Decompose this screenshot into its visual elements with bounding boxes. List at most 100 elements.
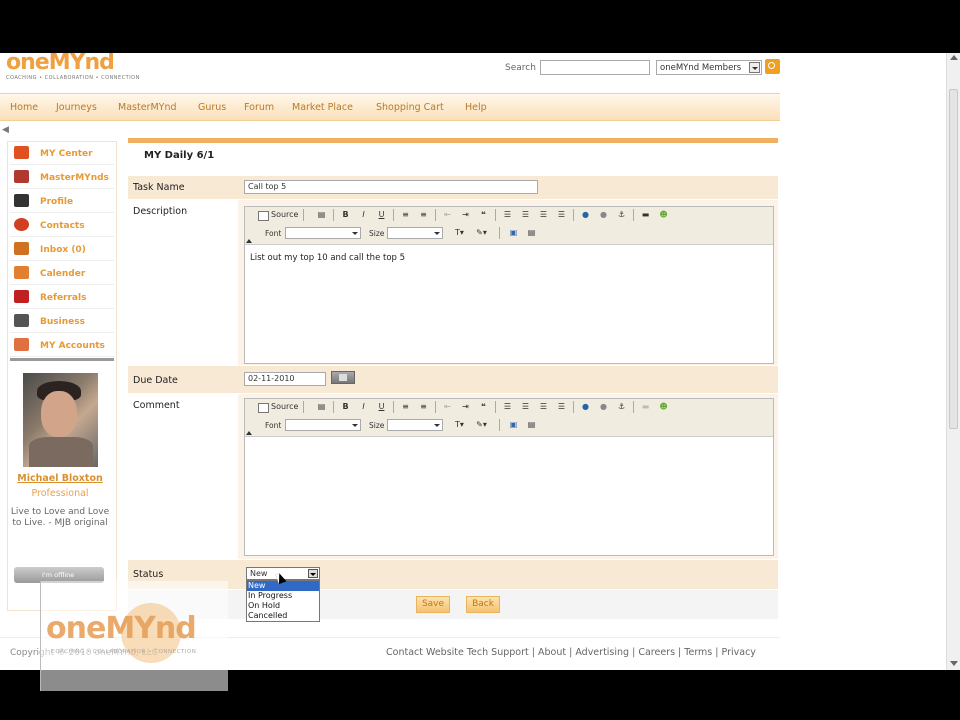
nav-market-place[interactable]: Market Place [292, 94, 353, 113]
footer-link-privacy[interactable]: Privacy [722, 647, 756, 658]
numbered-list-icon[interactable]: ≡ [399, 401, 412, 413]
nav-gurus[interactable]: Gurus [198, 94, 226, 113]
blockquote-icon[interactable]: ❝ [477, 401, 490, 413]
align-left-icon[interactable]: ☰ [501, 401, 514, 413]
font-select[interactable] [285, 227, 361, 239]
sidebar-item-masterminds[interactable]: MasterMYnds [10, 165, 114, 189]
smiley-icon[interactable]: ☻ [657, 209, 670, 221]
font-select[interactable] [285, 419, 361, 431]
sidebar-item-my-center[interactable]: MY Center [10, 141, 114, 165]
scroll-down-icon[interactable] [950, 661, 958, 666]
calendar-icon[interactable] [331, 371, 355, 384]
source-button[interactable]: Source [257, 401, 299, 414]
status-option-on-hold[interactable]: On Hold [247, 601, 319, 611]
nav-shopping-cart[interactable]: Shopping Cart [376, 94, 444, 113]
unlink-icon[interactable]: ● [597, 209, 610, 221]
sidebar-collapse-icon[interactable]: ◀ [2, 125, 9, 135]
sidebar-item-contacts[interactable]: Contacts [10, 213, 114, 237]
profile-name-link[interactable]: Michael Bloxton [10, 473, 110, 484]
search-icon[interactable] [765, 59, 780, 74]
unlink-icon[interactable]: ● [597, 401, 610, 413]
footer-link-careers[interactable]: Careers [638, 647, 675, 658]
align-right-icon[interactable]: ☰ [537, 209, 550, 221]
align-center-icon[interactable]: ☰ [519, 401, 532, 413]
nav-home[interactable]: Home [10, 94, 38, 113]
outdent-icon[interactable]: ⇤ [441, 209, 454, 221]
search-input[interactable] [540, 60, 650, 75]
underline-button[interactable]: U [375, 209, 388, 221]
bold-button[interactable]: B [339, 401, 352, 413]
outdent-icon[interactable]: ⇤ [441, 401, 454, 413]
sidebar-item-calendar[interactable]: Calender [10, 261, 114, 285]
numbered-list-icon[interactable]: ≡ [399, 209, 412, 221]
toolbar-collapse-icon[interactable] [246, 239, 252, 243]
preview-icon[interactable]: ▤ [315, 401, 328, 413]
blockquote-icon[interactable]: ❝ [477, 209, 490, 221]
due-date-input[interactable]: 02-11-2010 [244, 372, 326, 386]
anchor-icon[interactable]: ⚓ [615, 209, 628, 221]
footer-link-terms[interactable]: Terms [684, 647, 712, 658]
footer-link-advertising[interactable]: Advertising [575, 647, 629, 658]
sidebar-item-profile[interactable]: Profile [10, 189, 114, 213]
nav-forum[interactable]: Forum [244, 94, 274, 113]
anchor-icon[interactable]: ⚓ [615, 401, 628, 413]
scroll-up-icon[interactable] [950, 55, 958, 60]
preview-icon[interactable]: ▤ [315, 209, 328, 221]
italic-button[interactable]: I [357, 209, 370, 221]
text-color-icon[interactable]: T▾ [453, 227, 466, 239]
footer-link-contact[interactable]: Contact Website Tech Support [386, 647, 529, 658]
align-left-icon[interactable]: ☰ [501, 209, 514, 221]
align-right-icon[interactable]: ☰ [537, 401, 550, 413]
maximize-icon[interactable]: ▣ [507, 227, 520, 239]
comment-text[interactable] [245, 437, 773, 453]
size-select[interactable] [387, 419, 443, 431]
back-button[interactable]: Back [466, 596, 500, 613]
comment-editor[interactable]: Source ▤ B I U ≡ ≡ ⇤ ⇥ ❝ ☰ ☰ ☰ ☰ ● ● ⚓ ▬… [244, 398, 774, 556]
nav-journeys[interactable]: Journeys [56, 94, 97, 113]
sidebar-item-business[interactable]: Business [10, 309, 114, 333]
save-button[interactable]: Save [416, 596, 450, 613]
source-button[interactable]: Source [257, 209, 299, 222]
link-icon[interactable]: ● [579, 401, 592, 413]
site-logo[interactable]: oneMYnd COACHING • COLLABORATION • CONNE… [6, 53, 156, 85]
size-select[interactable] [387, 227, 443, 239]
task-name-input[interactable]: Call top 5 [244, 180, 538, 194]
bulleted-list-icon[interactable]: ≡ [417, 401, 430, 413]
vertical-scrollbar[interactable] [946, 53, 960, 670]
description-text[interactable]: List out my top 10 and call the top 5 [245, 245, 773, 271]
indent-icon[interactable]: ⇥ [459, 209, 472, 221]
sidebar-item-referrals[interactable]: Referrals [10, 285, 114, 309]
indent-icon[interactable]: ⇥ [459, 401, 472, 413]
horizontal-rule-icon[interactable]: ▬ [639, 401, 652, 413]
avatar[interactable] [23, 373, 98, 467]
nav-help[interactable]: Help [465, 94, 487, 113]
background-color-icon[interactable]: ✎▾ [475, 227, 488, 239]
align-justify-icon[interactable]: ☰ [555, 401, 568, 413]
chevron-down-icon[interactable] [749, 62, 760, 73]
nav-mastermynd[interactable]: MasterMYnd [118, 94, 177, 113]
show-blocks-icon[interactable]: ▤ [525, 227, 538, 239]
align-center-icon[interactable]: ☰ [519, 209, 532, 221]
text-color-icon[interactable]: T▾ [453, 419, 466, 431]
underline-button[interactable]: U [375, 401, 388, 413]
show-blocks-icon[interactable]: ▤ [525, 419, 538, 431]
status-option-in-progress[interactable]: In Progress [247, 591, 319, 601]
maximize-icon[interactable]: ▣ [507, 419, 520, 431]
sidebar-item-inbox[interactable]: Inbox (0) [10, 237, 114, 261]
horizontal-rule-icon[interactable]: ▬ [639, 209, 652, 221]
align-justify-icon[interactable]: ☰ [555, 209, 568, 221]
bold-button[interactable]: B [339, 209, 352, 221]
italic-button[interactable]: I [357, 401, 370, 413]
status-option-cancelled[interactable]: Cancelled [247, 611, 319, 621]
scrollbar-thumb[interactable] [949, 89, 958, 429]
background-color-icon[interactable]: ✎▾ [475, 419, 488, 431]
description-editor[interactable]: Source ▤ B I U ≡ ≡ ⇤ ⇥ ❝ ☰ ☰ ☰ ☰ ● ● ⚓ ▬… [244, 206, 774, 364]
sidebar-item-my-accounts[interactable]: MY Accounts [10, 333, 114, 357]
toolbar-collapse-icon[interactable] [246, 431, 252, 435]
footer-link-about[interactable]: About [538, 647, 566, 658]
link-icon[interactable]: ● [579, 209, 592, 221]
bulleted-list-icon[interactable]: ≡ [417, 209, 430, 221]
chevron-down-icon[interactable] [308, 569, 318, 578]
smiley-icon[interactable]: ☻ [657, 401, 670, 413]
search-scope-select[interactable]: oneMYnd Members [656, 60, 762, 75]
